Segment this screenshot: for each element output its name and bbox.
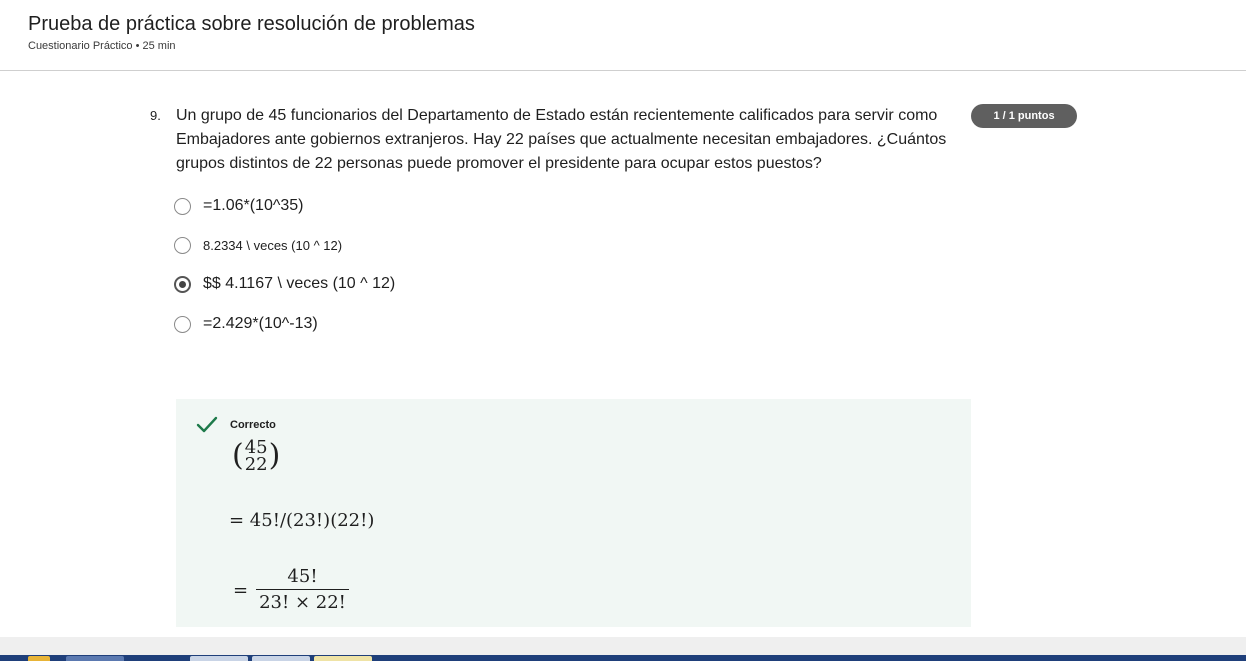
- equals-sign: =: [233, 579, 249, 601]
- answer-option-4[interactable]: =2.429*(10^-13): [174, 313, 318, 335]
- radio-button[interactable]: [174, 236, 191, 254]
- radio-button-selected[interactable]: [174, 275, 191, 293]
- taskbar-button[interactable]: [190, 656, 248, 661]
- answer-option-2[interactable]: 8.2334 \ veces (10 ^ 12): [174, 234, 342, 256]
- page-bottom-strip: [0, 637, 1246, 655]
- radio-button[interactable]: [174, 197, 191, 215]
- feedback-status: Correcto: [230, 419, 276, 431]
- os-taskbar: [0, 655, 1246, 661]
- radio-button[interactable]: [174, 315, 191, 333]
- taskbar-button[interactable]: [314, 656, 372, 661]
- taskbar-button[interactable]: [66, 656, 124, 661]
- binom-bottom: 22: [244, 454, 268, 475]
- question-text: Un grupo de 45 funcionarios del Departam…: [176, 107, 947, 172]
- page-subtitle: Cuestionario Práctico • 25 min: [28, 40, 176, 52]
- score-badge: 1 / 1 puntos: [971, 104, 1077, 128]
- answer-option-label: =1.06*(10^35): [203, 197, 304, 214]
- answer-option-1[interactable]: =1.06*(10^35): [174, 195, 303, 217]
- answer-option-label: 8.2334 \ veces (10 ^ 12): [203, 237, 343, 253]
- feedback-panel: Correcto ( 45 22 ) = 45!/(23!)(22!) = 45…: [176, 399, 971, 627]
- equation-line-1: = 45!/(23!)(22!): [229, 510, 375, 531]
- answer-option-3[interactable]: $$ 4.1167 \ veces (10 ^ 12): [174, 273, 395, 295]
- page-title: Prueba de práctica sobre resolución de p…: [28, 13, 475, 35]
- fraction-numerator: 45!: [287, 566, 318, 587]
- page-header: Prueba de práctica sobre resolución de p…: [0, 0, 1246, 71]
- question-number: 9.: [150, 108, 161, 123]
- equation-fraction: = 45! 23! × 22!: [233, 567, 349, 613]
- fraction-denominator: 23! × 22!: [256, 589, 349, 613]
- binomial-expression: ( 45 22 ): [232, 437, 281, 475]
- taskbar-button[interactable]: [252, 656, 310, 661]
- answer-option-label: =2.429*(10^-13): [203, 315, 318, 332]
- answer-option-label: $$ 4.1167 \ veces (10 ^ 12): [203, 275, 396, 292]
- checkmark-icon: [196, 416, 218, 433]
- start-orb-icon[interactable]: [28, 656, 50, 661]
